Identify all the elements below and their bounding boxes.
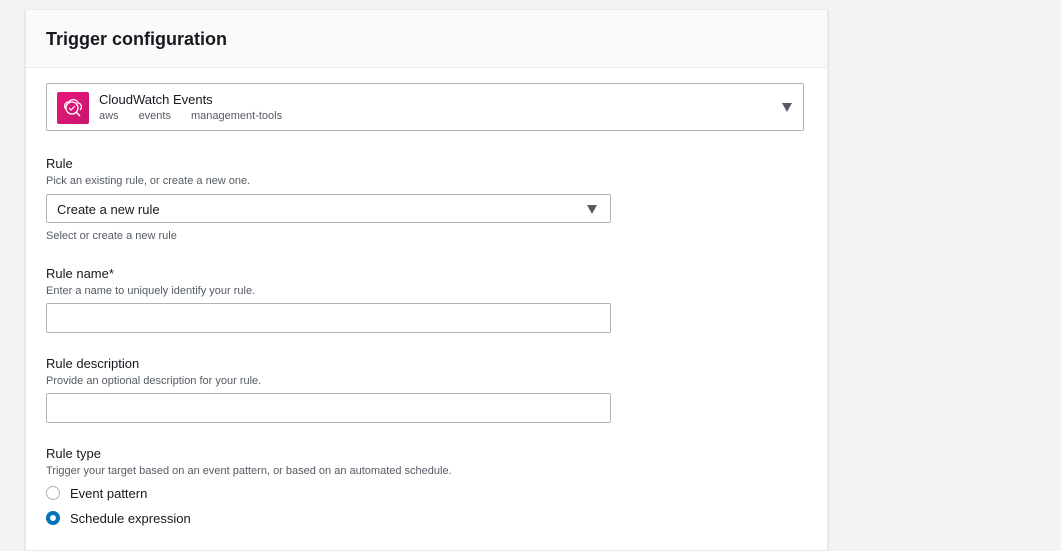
rule-description-help: Provide an optional description for your… [46, 375, 262, 387]
trigger-configuration-panel: Trigger configuration CloudWatch Events … [25, 9, 828, 551]
rule-type-label: Rule type [46, 446, 101, 461]
cloudwatch-events-icon [57, 92, 89, 124]
trigger-tag: aws [99, 110, 119, 122]
panel-header: Trigger configuration [26, 10, 827, 68]
trigger-tags: aws events management-tools [99, 110, 302, 122]
radio-button[interactable] [46, 486, 60, 500]
rule-name-label: Rule name* [46, 266, 114, 281]
rule-description-input[interactable] [46, 393, 611, 423]
rule-hint: Select or create a new rule [46, 230, 177, 242]
rule-select-value: Create a new rule [57, 202, 160, 217]
trigger-tag: events [138, 110, 171, 122]
trigger-name: CloudWatch Events [99, 92, 213, 107]
rule-select[interactable]: Create a new rule [46, 194, 611, 223]
rule-type-description: Trigger your target based on an event pa… [46, 465, 452, 477]
radio-label: Event pattern [70, 485, 148, 501]
rule-label: Rule [46, 156, 73, 171]
chevron-down-icon [587, 205, 597, 214]
radio-label: Schedule expression [70, 510, 191, 526]
radio-button-selected[interactable] [46, 511, 60, 525]
radio-event-pattern[interactable]: Event pattern [46, 484, 147, 502]
rule-name-description: Enter a name to uniquely identify your r… [46, 285, 256, 297]
chevron-down-icon [782, 103, 792, 112]
radio-schedule-expression[interactable]: Schedule expression [46, 509, 191, 527]
rule-description-text: Pick an existing rule, or create a new o… [46, 175, 251, 187]
rule-description-label: Rule description [46, 356, 140, 371]
trigger-source-select[interactable]: CloudWatch Events aws events management-… [46, 83, 804, 131]
trigger-tag: management-tools [190, 110, 283, 122]
rule-name-input[interactable] [46, 303, 611, 333]
panel-title: Trigger configuration [46, 29, 228, 49]
